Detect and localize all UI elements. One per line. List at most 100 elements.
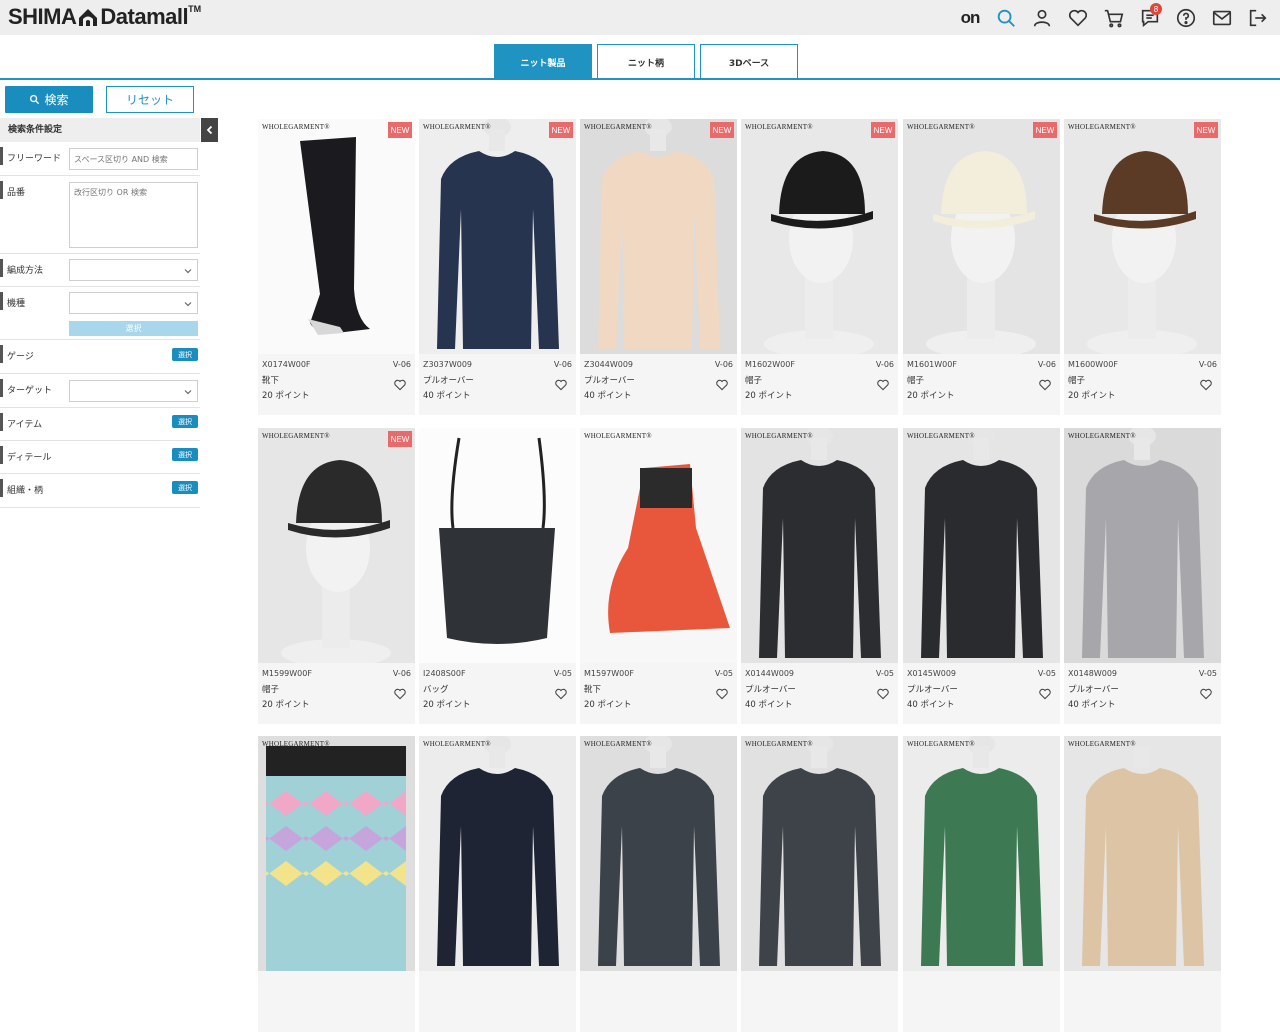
product-version: V-05: [875, 669, 894, 678]
product-card[interactable]: WHOLEGARMENT®: [580, 736, 737, 1032]
target-select[interactable]: [69, 380, 198, 402]
product-card[interactable]: WHOLEGARMENT® X0144W009 V-05 プルオーバー 40 ポイント: [741, 428, 898, 724]
brand-label: WHOLEGARMENT®: [584, 123, 652, 131]
product-category: 靴下: [584, 685, 602, 695]
product-card[interactable]: WHOLEGARMENT® NEW M1600W00F V-06 帽子 20 ポイント: [1064, 119, 1221, 415]
reset-button[interactable]: リセット: [106, 86, 194, 113]
tab-3d-base[interactable]: 3Dベース: [700, 44, 798, 79]
messages-icon[interactable]: 8: [1132, 0, 1168, 35]
shima-datamall-logo[interactable]: SHIMA Datamall TM: [8, 4, 201, 30]
brand-label: WHOLEGARMENT®: [745, 123, 813, 131]
search-button-label: 検索: [44, 93, 69, 107]
filter-part-number: 品番: [0, 177, 200, 254]
product-card[interactable]: WHOLEGARMENT®: [741, 736, 898, 1032]
product-image[interactable]: [258, 428, 415, 663]
knit-method-select[interactable]: [69, 259, 198, 281]
product-card[interactable]: WHOLEGARMENT® NEW Z3044W009 V-06 プルオーバー 40 ポイ…: [580, 119, 737, 415]
logo-text-left: SHIMA: [8, 4, 77, 29]
product-card[interactable]: I2408S00F V-05 バッグ 20 ポイント: [419, 428, 576, 724]
logout-icon[interactable]: [1240, 0, 1276, 35]
favorite-heart-icon[interactable]: [393, 687, 407, 701]
product-image[interactable]: [580, 119, 737, 354]
favorites-heart-icon[interactable]: [1060, 0, 1096, 35]
product-image[interactable]: [903, 428, 1060, 663]
favorite-heart-icon[interactable]: [554, 378, 568, 392]
favorite-heart-icon[interactable]: [876, 378, 890, 392]
detail-label: ディテール: [7, 453, 52, 463]
product-card[interactable]: WHOLEGARMENT® NEW Z3037W009 V-06 プルオーバー 40 ポイ…: [419, 119, 576, 415]
product-card[interactable]: WHOLEGARMENT® X0145W009 V-05 プルオーバー 40 ポイント: [903, 428, 1060, 724]
item-select-button[interactable]: 選択: [172, 415, 198, 428]
machine-select[interactable]: [69, 292, 198, 314]
cart-icon[interactable]: [1096, 0, 1132, 35]
tab-knit-patterns[interactable]: ニット柄: [597, 44, 695, 79]
favorite-heart-icon[interactable]: [715, 687, 729, 701]
brand-label: WHOLEGARMENT®: [423, 123, 491, 131]
product-image[interactable]: [903, 119, 1060, 354]
favorite-heart-icon[interactable]: [715, 378, 729, 392]
product-image[interactable]: [419, 428, 576, 663]
product-image[interactable]: [903, 736, 1060, 971]
structure-select-button[interactable]: 選択: [172, 481, 198, 494]
favorite-heart-icon[interactable]: [554, 687, 568, 701]
product-card[interactable]: WHOLEGARMENT® NEW X0174W00F V-06 靴下 20 ポイント: [258, 119, 415, 415]
product-image[interactable]: [258, 736, 415, 971]
product-card[interactable]: WHOLEGARMENT® X0148W009 V-05 プルオーバー 40 ポイント: [1064, 428, 1221, 724]
product-image[interactable]: [1064, 428, 1221, 663]
product-image[interactable]: [1064, 736, 1221, 971]
product-card[interactable]: WHOLEGARMENT®: [903, 736, 1060, 1032]
mail-icon[interactable]: [1204, 0, 1240, 35]
product-code: X0144W009: [745, 669, 795, 678]
knit-method-label: 編成方法: [7, 266, 44, 276]
product-points: 20 ポイント: [1068, 391, 1116, 401]
detail-select-button[interactable]: 選択: [172, 448, 198, 461]
new-badge: NEW: [388, 122, 412, 138]
favorite-heart-icon[interactable]: [876, 687, 890, 701]
freeword-input[interactable]: [69, 148, 198, 170]
product-card[interactable]: WHOLEGARMENT® NEW M1599W00F V-06 帽子 20 ポイント: [258, 428, 415, 724]
favorite-heart-icon[interactable]: [1199, 687, 1213, 701]
product-image[interactable]: [580, 736, 737, 971]
product-code: X0174W00F: [262, 360, 311, 369]
search-icon[interactable]: [988, 0, 1024, 35]
product-version: V-06: [392, 360, 411, 369]
brand-label: WHOLEGARMENT®: [1068, 432, 1136, 440]
product-category: バッグ: [423, 685, 449, 695]
product-image[interactable]: [1064, 119, 1221, 354]
brand-label: WHOLEGARMENT®: [1068, 740, 1136, 748]
product-points: 40 ポイント: [423, 391, 471, 401]
product-image[interactable]: [741, 736, 898, 971]
tab-knit-products[interactable]: ニット製品: [494, 44, 592, 79]
product-card[interactable]: WHOLEGARMENT® M1597W00F V-05 靴下 20 ポイント: [580, 428, 737, 724]
on-button[interactable]: on: [952, 0, 988, 35]
product-image[interactable]: [741, 428, 898, 663]
favorite-heart-icon[interactable]: [1038, 378, 1052, 392]
product-category: プルオーバー: [745, 685, 796, 695]
favorite-heart-icon[interactable]: [393, 378, 407, 392]
product-image[interactable]: [419, 736, 576, 971]
product-version: V-06: [1198, 360, 1217, 369]
product-image[interactable]: [258, 119, 415, 354]
favorite-heart-icon[interactable]: [1199, 378, 1213, 392]
product-card[interactable]: WHOLEGARMENT® NEW M1602W00F V-06 帽子 20 ポイント: [741, 119, 898, 415]
user-icon[interactable]: [1024, 0, 1060, 35]
product-image[interactable]: [419, 119, 576, 354]
freeword-label: フリーワード: [7, 154, 62, 164]
collapse-sidebar-button[interactable]: [201, 118, 218, 142]
category-tabs: ニット製品 ニット柄 3Dベース: [494, 44, 803, 79]
product-image[interactable]: [580, 428, 737, 663]
product-category: 帽子: [907, 376, 925, 386]
product-card[interactable]: WHOLEGARMENT® NEW M1601W00F V-06 帽子 20 ポイント: [903, 119, 1060, 415]
gauge-select-button[interactable]: 選択: [172, 348, 198, 361]
product-code: M1600W00F: [1068, 360, 1118, 369]
machine-select-button[interactable]: 選択: [69, 321, 198, 336]
product-card[interactable]: WHOLEGARMENT®: [258, 736, 415, 1032]
brand-label: WHOLEGARMENT®: [907, 123, 975, 131]
product-card[interactable]: WHOLEGARMENT®: [419, 736, 576, 1032]
part-number-textarea[interactable]: [69, 182, 198, 248]
product-card[interactable]: WHOLEGARMENT®: [1064, 736, 1221, 1032]
product-image[interactable]: [741, 119, 898, 354]
search-button[interactable]: 検索: [5, 86, 93, 113]
favorite-heart-icon[interactable]: [1038, 687, 1052, 701]
help-icon[interactable]: [1168, 0, 1204, 35]
